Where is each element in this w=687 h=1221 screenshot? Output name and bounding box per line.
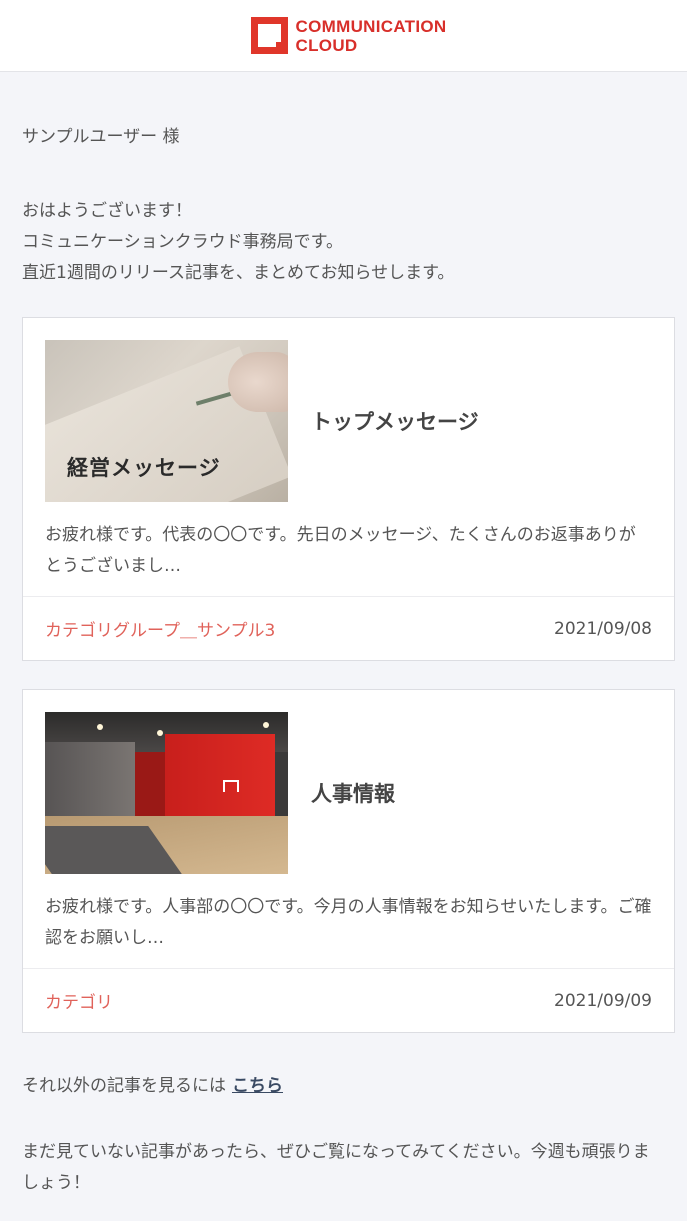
article-header: 人事情報 [23,690,674,874]
more-articles-link[interactable]: こちら [232,1076,283,1096]
intro-line: おはようございます！ [22,201,192,221]
logo-line-2: CLOUD [295,35,358,55]
intro-text: おはようございます！ コミュニケーションクラウド事務局です。 直近1週間のリリー… [22,196,665,289]
thumbnail-label: 経営メッセージ [67,456,221,480]
article-category[interactable]: カテゴリ [45,988,113,1013]
wall-sign-icon [223,780,239,792]
hand-shape [228,352,288,412]
article-card[interactable]: 人事情報 お疲れ様です。人事部の〇〇です。今月の人事情報をお知らせいたします。ご… [22,689,675,1033]
ceiling-light-icon [97,724,103,730]
email-header: COMMUNICATION CLOUD [0,0,687,72]
article-excerpt: お疲れ様です。代表の〇〇です。先日のメッセージ、たくさんのお返事ありがとうござい… [45,525,636,576]
article-thumbnail[interactable]: 経営メッセージ [45,340,288,502]
article-title[interactable]: トップメッセージ [311,406,479,436]
article-card[interactable]: 経営メッセージ トップメッセージ お疲れ様です。代表の〇〇です。先日のメッセージ… [22,317,675,661]
closing-text: まだ見ていない記事があったら、ぜひご覧になってみてください。今週も頑張りましょう… [22,1142,650,1193]
article-footer: カテゴリグループ＿サンプル3 2021/09/08 [23,596,674,660]
article-thumbnail[interactable] [45,712,288,874]
more-articles-text: それ以外の記事を見るには [22,1076,226,1096]
more-articles: それ以外の記事を見るには こちら [22,1073,665,1099]
article-date: 2021/09/08 [554,618,652,639]
article-footer: カテゴリ 2021/09/09 [23,968,674,1032]
ceiling-light-icon [157,730,163,736]
communication-cloud-logo[interactable]: COMMUNICATION CLOUD [250,17,447,55]
email-body: サンプルユーザー 様 おはようございます！ コミュニケーションクラウド事務局です… [0,124,687,1199]
intro-line: コミュニケーションクラウド事務局です。 [22,232,343,252]
logo-mark-icon [250,17,288,54]
article-excerpt: お疲れ様です。人事部の〇〇です。今月の人事情報をお知らせいたします。ご確認をお願… [45,897,652,948]
logo-line-1: COMMUNICATION [295,16,447,36]
article-category[interactable]: カテゴリグループ＿サンプル3 [45,616,275,641]
article-date: 2021/09/09 [554,990,652,1011]
article-title[interactable]: 人事情報 [311,778,395,808]
ceiling-light-icon [263,722,269,728]
intro-line: 直近1週間のリリース記事を、まとめてお知らせします。 [22,263,455,283]
article-header: 経営メッセージ トップメッセージ [23,318,674,502]
logo-text: COMMUNICATION CLOUD [296,17,447,55]
recipient-name: サンプルユーザー 様 [22,127,180,147]
